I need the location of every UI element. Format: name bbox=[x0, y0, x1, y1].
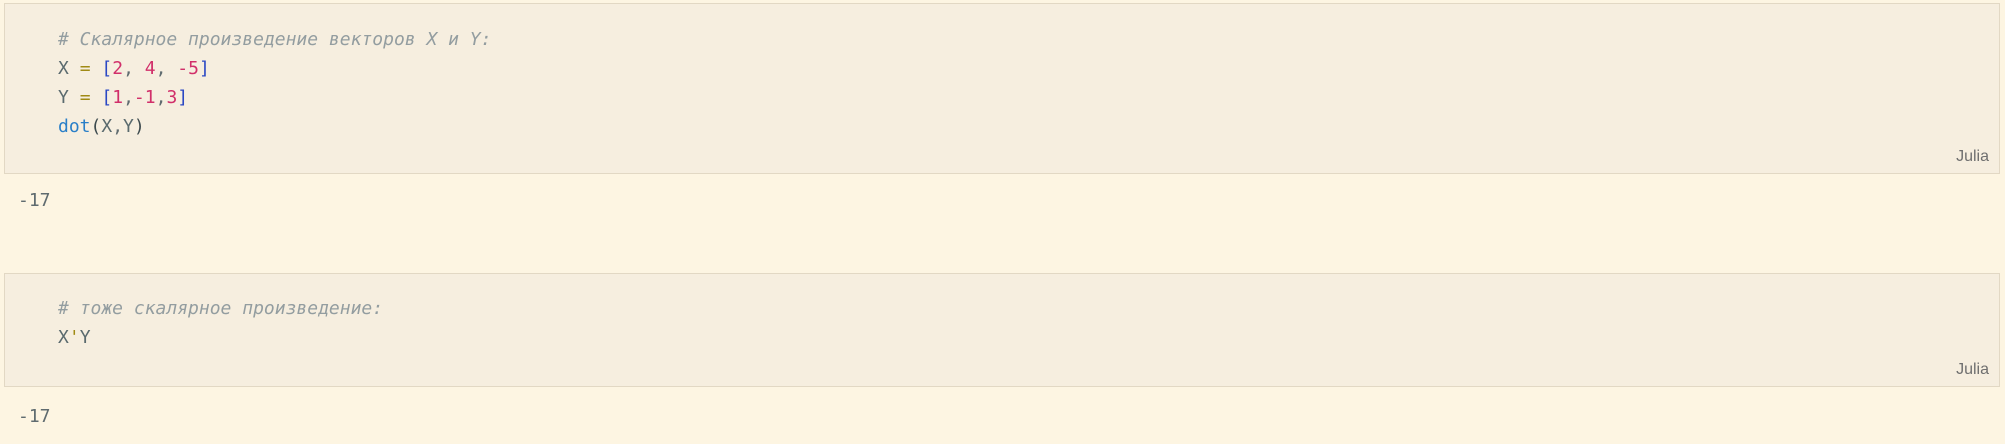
code-cell-1[interactable]: # Скалярное произведение векторов X и Y:… bbox=[4, 3, 2000, 174]
code-token-ident: X bbox=[58, 58, 69, 79]
code-line: Y = [1,-1,3] bbox=[58, 83, 491, 112]
code-token-op: = bbox=[79, 58, 91, 79]
code-token-punct: , bbox=[155, 58, 178, 79]
code-token-ident: Y bbox=[79, 327, 91, 348]
code-token-comment: # Скалярное произведение векторов X и Y: bbox=[58, 29, 492, 50]
code-token-num: 4 bbox=[144, 58, 156, 79]
code-token-bracket: ] bbox=[177, 87, 189, 108]
code-token-bracket: [ bbox=[101, 87, 113, 108]
code-token-num: 3 bbox=[166, 87, 178, 108]
code-token-punct: , bbox=[123, 58, 145, 79]
code-token-punct bbox=[91, 58, 102, 79]
code-block[interactable]: # Скалярное произведение векторов X и Y:… bbox=[58, 25, 491, 141]
code-token-num: -5 bbox=[177, 58, 199, 79]
code-cell-2[interactable]: # тоже скалярное произведение: X'Y Julia bbox=[4, 273, 2000, 387]
code-block[interactable]: # тоже скалярное произведение: X'Y bbox=[58, 294, 383, 352]
code-token-bracket: [ bbox=[101, 58, 113, 79]
code-line: X'Y bbox=[58, 323, 383, 352]
code-token-ident: X bbox=[101, 116, 113, 137]
code-line: # Скалярное произведение векторов X и Y: bbox=[58, 25, 491, 54]
code-token-ident: Y bbox=[123, 116, 134, 137]
code-line: # тоже скалярное произведение: bbox=[58, 294, 383, 323]
code-token-punct bbox=[91, 87, 102, 108]
language-label: Julia bbox=[1956, 361, 1989, 378]
code-token-quote: ' bbox=[68, 327, 80, 348]
code-token-paren: ( bbox=[90, 116, 102, 137]
output-2: -17 bbox=[18, 406, 51, 427]
code-token-punct: , bbox=[123, 87, 134, 108]
code-token-func: dot bbox=[58, 116, 91, 137]
language-label: Julia bbox=[1956, 148, 1989, 165]
code-token-punct bbox=[69, 58, 80, 79]
code-line: dot(X,Y) bbox=[58, 112, 491, 141]
code-token-punct: , bbox=[155, 87, 167, 108]
code-token-num: -1 bbox=[133, 87, 156, 108]
notebook-page: # Скалярное произведение векторов X и Y:… bbox=[0, 0, 2005, 444]
code-token-bracket: ] bbox=[198, 58, 210, 79]
code-token-op: = bbox=[79, 87, 91, 108]
code-token-paren: ) bbox=[133, 116, 145, 137]
output-1: -17 bbox=[18, 190, 51, 211]
code-token-punct: , bbox=[112, 116, 124, 137]
code-token-comment: # тоже скалярное произведение: bbox=[58, 298, 384, 319]
code-token-punct bbox=[69, 87, 80, 108]
code-token-num: 1 bbox=[112, 87, 124, 108]
code-token-ident: X bbox=[58, 327, 69, 348]
code-token-num: 2 bbox=[112, 58, 124, 79]
code-line: X = [2, 4, -5] bbox=[58, 54, 491, 83]
code-token-ident: Y bbox=[58, 87, 69, 108]
